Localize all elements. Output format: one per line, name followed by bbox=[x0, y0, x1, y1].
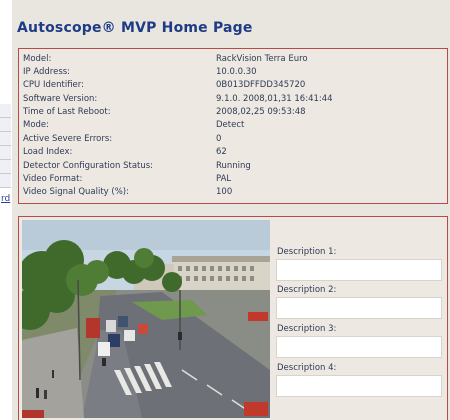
device-info-panel: Model: RackVision Terra Euro IP Address:… bbox=[18, 48, 448, 204]
info-row-video-format: Video Format: PAL bbox=[23, 174, 443, 187]
info-value: 0B013DFFDD345720 bbox=[216, 80, 306, 90]
page-title: Autoscope® MVP Home Page bbox=[17, 20, 253, 36]
info-label: Load Index: bbox=[23, 147, 73, 157]
camera-snapshot bbox=[22, 220, 270, 418]
info-row-last-reboot: Time of Last Reboot: 2008,02,25 09:53:48 bbox=[23, 107, 443, 120]
info-value: 10.0.0.30 bbox=[216, 67, 257, 77]
info-row-mode: Mode: Detect bbox=[23, 120, 443, 133]
description-4-input[interactable] bbox=[276, 375, 442, 397]
description-1-input[interactable] bbox=[276, 259, 442, 281]
info-row-software-version: Software Version: 9.1.0. 2008,01,31 16:4… bbox=[23, 94, 443, 107]
info-label: Software Version: bbox=[23, 94, 98, 104]
description-1-label: Description 1: bbox=[277, 247, 337, 257]
info-row-detector-status: Detector Configuration Status: Running bbox=[23, 161, 443, 174]
info-label: Video Signal Quality (%): bbox=[23, 187, 129, 197]
description-3-label: Description 3: bbox=[277, 324, 337, 334]
video-panel: Description 1: Description 2: Descriptio… bbox=[18, 216, 448, 420]
info-label: IP Address: bbox=[23, 67, 71, 77]
info-value: PAL bbox=[216, 174, 232, 184]
info-label: Detector Configuration Status: bbox=[23, 161, 154, 171]
description-2-label: Description 2: bbox=[277, 285, 337, 295]
info-label: CPU Identifier: bbox=[23, 80, 84, 90]
info-value: 0 bbox=[216, 134, 222, 144]
info-label: Active Severe Errors: bbox=[23, 134, 113, 144]
description-4-label: Description 4: bbox=[277, 363, 337, 373]
side-nav-item[interactable] bbox=[0, 118, 11, 132]
info-label: Model: bbox=[23, 54, 52, 64]
side-nav-item[interactable] bbox=[0, 104, 11, 118]
info-row-ip-address: IP Address: 10.0.0.30 bbox=[23, 67, 443, 80]
side-nav-item[interactable] bbox=[0, 174, 11, 188]
side-nav-link[interactable]: rd bbox=[1, 194, 10, 204]
main-content: Autoscope® MVP Home Page Model: RackVisi… bbox=[12, 0, 450, 420]
info-row-load-index: Load Index: 62 bbox=[23, 147, 443, 160]
info-value: Detect bbox=[216, 120, 245, 130]
info-row-model: Model: RackVision Terra Euro bbox=[23, 54, 443, 67]
description-2-input[interactable] bbox=[276, 297, 442, 319]
side-nav-item[interactable] bbox=[0, 160, 11, 174]
info-value: 9.1.0. 2008,01,31 16:41:44 bbox=[216, 94, 333, 104]
info-row-active-severe-errors: Active Severe Errors: 0 bbox=[23, 134, 443, 147]
side-nav-strip: rd bbox=[0, 0, 12, 420]
info-label: Video Format: bbox=[23, 174, 83, 184]
info-row-cpu-identifier: CPU Identifier: 0B013DFFDD345720 bbox=[23, 80, 443, 93]
info-value: 2008,02,25 09:53:48 bbox=[216, 107, 306, 117]
side-nav-item[interactable] bbox=[0, 146, 11, 160]
info-row-video-signal-quality: Video Signal Quality (%): 100 bbox=[23, 187, 443, 200]
camera-image bbox=[22, 220, 270, 418]
description-3-input[interactable] bbox=[276, 336, 442, 358]
info-value: 100 bbox=[216, 187, 233, 197]
info-label: Mode: bbox=[23, 120, 50, 130]
info-label: Time of Last Reboot: bbox=[23, 107, 111, 117]
info-value: 62 bbox=[216, 147, 227, 157]
info-value: RackVision Terra Euro bbox=[216, 54, 308, 64]
side-nav-item[interactable] bbox=[0, 132, 11, 146]
info-value: Running bbox=[216, 161, 251, 171]
